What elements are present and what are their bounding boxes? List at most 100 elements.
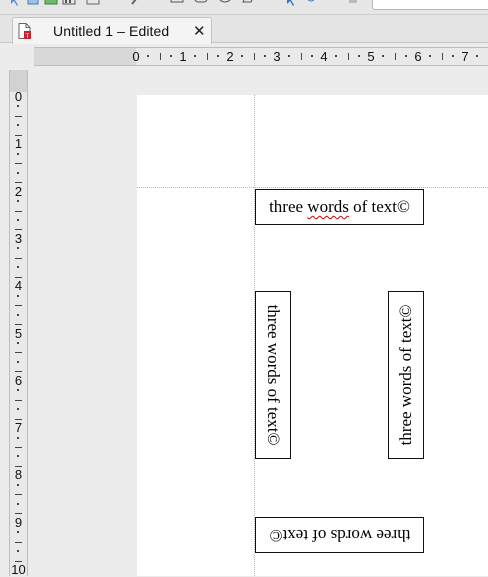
document-icon: T: [18, 23, 31, 39]
ruler-dot: [17, 247, 19, 250]
pen-tool-icon[interactable]: [130, 0, 144, 8]
frame-text: three words of text©: [269, 526, 410, 545]
ruler-tick: [347, 53, 349, 60]
ruler-number: 6: [414, 49, 422, 64]
close-tab-button[interactable]: ✕: [193, 22, 206, 40]
frame-text: three words of text©: [269, 197, 410, 217]
ruler-dot: [17, 341, 19, 344]
frame-text: three words of text©: [396, 304, 415, 446]
ruler-dot: [311, 55, 314, 57]
ruler-dot: [17, 360, 19, 363]
text-frame-rotated-90[interactable]: three words of text©: [255, 291, 291, 459]
ruler-dot: [17, 502, 19, 505]
ruler-number: 5: [367, 49, 375, 64]
ruler-number: 0: [14, 89, 23, 104]
ruler-dot: [17, 105, 19, 108]
document-tab[interactable]: T Untitled 1 – Edited ✕: [12, 17, 212, 44]
ruler-dot: [475, 55, 478, 57]
table-tool-icon[interactable]: [86, 0, 100, 8]
document-page[interactable]: [137, 95, 488, 576]
ruler-number: 1: [179, 49, 187, 64]
ruler-tick: [15, 163, 22, 165]
ruler-dot: [17, 171, 19, 174]
ruler-number: 8: [14, 467, 23, 483]
ruler-dot: [17, 200, 19, 203]
ruler-dot: [264, 55, 267, 57]
ruler-number: 2: [14, 183, 23, 199]
ruler-dot: [287, 55, 290, 57]
frame-text-word: three: [269, 197, 308, 216]
ruler-tick: [15, 399, 22, 401]
ruler-dot: [17, 483, 19, 486]
ruler-number: 6: [14, 372, 23, 388]
rectangle-shape-icon[interactable]: [170, 0, 184, 8]
ruler-tick: [394, 53, 396, 60]
rounded-rectangle-icon[interactable]: [194, 0, 208, 8]
ruler-dot: [17, 294, 19, 297]
toolbar: [0, 0, 488, 15]
ruler-dot: [240, 55, 243, 57]
ruler-dot: [17, 408, 19, 411]
ruler-dot: [452, 55, 455, 57]
tab-bar: T Untitled 1 – Edited ✕: [0, 15, 488, 44]
ruler-number: 4: [14, 278, 23, 294]
ruler-tick: [159, 53, 161, 60]
ruler-tick: [15, 494, 22, 496]
chart-tool-icon[interactable]: [62, 0, 76, 8]
ruler-dot: [405, 55, 408, 57]
ellipse-shape-icon[interactable]: [218, 0, 232, 8]
ruler-dot: [146, 55, 149, 57]
select-tool-icon[interactable]: [8, 0, 22, 8]
ruler-dot: [17, 152, 19, 155]
text-frame-rotated-270[interactable]: three words of text©: [388, 291, 424, 459]
svg-text:T: T: [26, 34, 30, 39]
navigator-icon[interactable]: [284, 0, 298, 8]
text-frame-horizontal[interactable]: three words of text©: [255, 189, 424, 225]
ruler-number: 1: [14, 136, 23, 152]
ruler-tick: [206, 53, 208, 60]
hyperlink-icon[interactable]: [304, 0, 318, 8]
ruler-dot: [17, 124, 19, 127]
ruler-dot: [17, 266, 19, 269]
ruler-number: 5: [14, 325, 23, 341]
ruler-number: 4: [320, 49, 328, 64]
ruler-tick: [15, 352, 22, 354]
ruler-number: 7: [14, 420, 23, 436]
ruler-tick: [15, 541, 22, 543]
ruler-dot: [17, 436, 19, 439]
ruler-dot: [17, 455, 19, 458]
ruler-number: 7: [461, 49, 469, 64]
ruler-dot: [217, 55, 220, 57]
top-margin-guide: [137, 187, 488, 188]
horizontal-ruler[interactable]: 0 1 2 3 4 5 6 7: [34, 47, 488, 66]
misspelled-word[interactable]: words: [307, 197, 349, 216]
ruler-tick: [15, 305, 22, 307]
ruler-tick: [441, 53, 443, 60]
ruler-number: 10: [11, 562, 26, 577]
ruler-dot: [381, 55, 384, 57]
ruler-dot: [358, 55, 361, 57]
ruler-tick: [15, 115, 22, 117]
text-tool-icon[interactable]: [26, 0, 40, 8]
image-tool-icon[interactable]: [44, 0, 58, 8]
ruler-tick: [300, 53, 302, 60]
vertical-ruler[interactable]: 0 1 2 3 4 5 6 7 8 9 10: [9, 70, 28, 577]
ruler-dot: [17, 218, 19, 221]
ruler-number: 0: [132, 49, 140, 64]
text-frame-rotated-180[interactable]: three words of text©: [255, 517, 424, 553]
ruler-tick: [15, 257, 22, 259]
ruler-dot: [17, 531, 19, 534]
ruler-number: 3: [14, 230, 23, 246]
ruler-tick: [15, 210, 22, 212]
lock-icon[interactable]: [346, 0, 360, 8]
ruler-dot: [334, 55, 337, 57]
ruler-number: 9: [14, 514, 23, 530]
ruler-dot: [193, 55, 196, 57]
ruler-number: 2: [226, 49, 234, 64]
ruler-number: 3: [273, 49, 281, 64]
custom-shape-icon[interactable]: [242, 0, 256, 8]
toolbar-search-field[interactable]: [372, 0, 488, 10]
ruler-dot: [17, 389, 19, 392]
ruler-dot: [428, 55, 431, 57]
ruler-dot: [17, 550, 19, 553]
